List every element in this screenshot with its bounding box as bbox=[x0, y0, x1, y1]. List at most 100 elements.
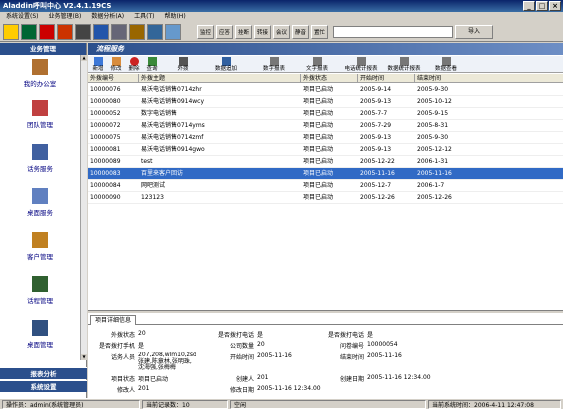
action-label: 文字报表 bbox=[305, 66, 328, 72]
sidebar-footer-settings[interactable]: 系统设置 bbox=[0, 380, 87, 392]
action-label: 删除 bbox=[128, 66, 140, 72]
conference-button[interactable]: 会议 bbox=[273, 25, 290, 39]
table-row[interactable]: 10000080 易沃电话销售0914wcy 项目已启动 2005-9-13 2005-… bbox=[88, 96, 563, 108]
sidebar-items: 我的办公室 团队管理 话务服务 桌面服务 客户管理 话程管理 桌面管理 bbox=[0, 55, 80, 360]
search-button[interactable]: 查询 bbox=[144, 57, 160, 72]
sidebar-header[interactable]: 业务管理 bbox=[0, 43, 86, 55]
busy-button[interactable]: 置忙 bbox=[311, 25, 328, 39]
cell-subject: 易沃电话销售0714yms bbox=[141, 122, 205, 129]
phone-transfer-icon[interactable] bbox=[93, 24, 109, 40]
logout-icon[interactable] bbox=[39, 24, 55, 40]
sidebar-item-telephony[interactable]: 话务服务 bbox=[0, 144, 80, 173]
sidebar-scrollbar[interactable]: ▲ ▼ bbox=[80, 55, 87, 360]
table-row[interactable]: 10000084 网吧测试 项目已启动 2005-12-7 2006-1-7 bbox=[88, 180, 563, 192]
column-header-subject[interactable]: 外拨主题 bbox=[139, 74, 301, 83]
field-value: 是 bbox=[257, 332, 264, 339]
table-row[interactable]: 10000081 易沃电话销售0914gwo 项目已启动 2005-9-13 2005-… bbox=[88, 144, 563, 156]
text-report-button[interactable]: 文字报表 bbox=[301, 57, 333, 72]
dial-input[interactable] bbox=[333, 26, 453, 38]
sidebar-item-office[interactable]: 我的办公室 bbox=[0, 59, 80, 88]
sidebar-item-customer[interactable]: 客户管理 bbox=[0, 232, 80, 261]
message-icon[interactable] bbox=[165, 24, 181, 40]
import-button[interactable]: 导入 bbox=[455, 25, 493, 39]
cell-subject: 数字电话销售 bbox=[141, 110, 178, 117]
cell-status: 项目已启动 bbox=[303, 182, 334, 189]
cell-id: 10000081 bbox=[90, 146, 121, 153]
table-row[interactable]: 10000089 test 项目已启动 2005-12-22 2006-1-31 bbox=[88, 156, 563, 168]
main-panel: 流程服务 新增 修改 删除 查询 外拨 数据追加 数字报表 文字报表 电话统计报… bbox=[88, 43, 563, 398]
maximize-button[interactable]: □ bbox=[536, 1, 548, 11]
report-icon bbox=[269, 57, 279, 66]
sidebar-footer-reports[interactable]: 报表分析 bbox=[0, 367, 87, 379]
table-row[interactable]: 10000090 123123 项目已启动 2005-12-26 2005-12-26 bbox=[88, 192, 563, 204]
scroll-down-icon[interactable]: ▼ bbox=[81, 354, 87, 360]
number-report-button[interactable]: 数字报表 bbox=[258, 57, 290, 72]
field-value: 20 bbox=[138, 330, 146, 337]
column-header-start[interactable]: 开始时间 bbox=[358, 74, 415, 83]
monitor-button[interactable]: 监控 bbox=[197, 25, 214, 39]
transfer-button[interactable]: 转接 bbox=[254, 25, 271, 39]
table-row[interactable]: 10000072 易沃电话销售0714yms 项目已启动 2005-7-29 2005-… bbox=[88, 120, 563, 132]
column-header-id[interactable]: 外拨编号 bbox=[88, 74, 139, 83]
menu-tools[interactable]: 工具(T) bbox=[134, 12, 154, 22]
menu-help[interactable]: 帮助(H) bbox=[164, 12, 185, 22]
minimize-button[interactable]: _ bbox=[523, 1, 535, 11]
field-label: 是否拨打电话 bbox=[327, 332, 364, 339]
add-button[interactable]: 新增 bbox=[90, 57, 106, 72]
cell-start: 2005-9-13 bbox=[360, 146, 392, 153]
cell-status: 项目已启动 bbox=[303, 194, 334, 201]
outbound-icon bbox=[178, 57, 188, 66]
menu-business[interactable]: 业务管理(B) bbox=[49, 12, 82, 22]
table-row[interactable]: 10000075 易沃电话销售0714zmf 项目已启动 2005-9-13 2005-… bbox=[88, 132, 563, 144]
cell-end: 2005-12-12 bbox=[417, 146, 452, 153]
office-icon bbox=[32, 59, 48, 75]
field-label: 修改人 bbox=[116, 387, 135, 394]
cell-start: 2005-12-22 bbox=[360, 158, 395, 165]
record-icon[interactable] bbox=[147, 24, 163, 40]
splitter[interactable] bbox=[88, 310, 563, 313]
field-value: 20 bbox=[257, 341, 265, 348]
sidebar-item-team[interactable]: 团队管理 bbox=[0, 100, 80, 129]
edit-button[interactable]: 修改 bbox=[108, 57, 124, 72]
menu-bar: 系统设置(S) 业务管理(B) 数据分析(A) 工具(T) 帮助(H) bbox=[0, 12, 563, 22]
phone-icon[interactable] bbox=[57, 24, 73, 40]
sidebar: 业务管理 我的办公室 团队管理 话务服务 桌面服务 客户管理 话程管理 桌面管理 bbox=[0, 43, 87, 398]
menu-system[interactable]: 系统设置(S) bbox=[6, 12, 39, 22]
tab-project-detail[interactable]: 项目详细信息 bbox=[90, 315, 137, 325]
close-button[interactable]: × bbox=[549, 1, 561, 11]
hangup-button[interactable]: 挂断 bbox=[235, 25, 252, 39]
mute-button[interactable]: 静音 bbox=[292, 25, 309, 39]
call-stats-report-button[interactable]: 电话统计报表 bbox=[340, 57, 382, 72]
lock-icon[interactable] bbox=[3, 24, 19, 40]
data-stats-report-button[interactable]: 数据统计报表 bbox=[383, 57, 425, 72]
answer-button[interactable]: 应答 bbox=[216, 25, 233, 39]
busy-icon[interactable] bbox=[129, 24, 145, 40]
data-view-button[interactable]: 数据查看 bbox=[430, 57, 462, 72]
delete-button[interactable]: 删除 bbox=[126, 57, 142, 72]
outbound-button[interactable]: 外拨 bbox=[174, 57, 192, 72]
action-label: 数据统计报表 bbox=[387, 66, 421, 72]
table-row[interactable]: 10000083 百里来客户回访 项目已启动 2005-11-16 2005-11-16 bbox=[88, 168, 563, 180]
phone-dial-icon[interactable] bbox=[75, 24, 91, 40]
cell-start: 2005-7-7 bbox=[360, 110, 388, 117]
sidebar-item-process[interactable]: 话程管理 bbox=[0, 276, 80, 305]
menu-analysis[interactable]: 数据分析(A) bbox=[91, 12, 124, 22]
table-row[interactable]: 10000076 易沃电话销售0714zhr 项目已启动 2005-9-14 2005-… bbox=[88, 84, 563, 96]
cell-id: 10000052 bbox=[90, 110, 121, 117]
column-header-status[interactable]: 外拨状态 bbox=[301, 74, 358, 83]
cell-subject: 易沃电话销售0914gwo bbox=[141, 146, 205, 153]
scroll-up-icon[interactable]: ▲ bbox=[81, 55, 87, 61]
column-header-end[interactable]: 结束时间 bbox=[415, 74, 563, 83]
sidebar-item-desktop-manage[interactable]: 桌面管理 bbox=[0, 320, 80, 349]
cell-id: 10000076 bbox=[90, 86, 121, 93]
data-append-button[interactable]: 数据追加 bbox=[210, 57, 242, 72]
outbound-table: 外拨编号 外拨主题 外拨状态 开始时间 结束时间 10000076 易沃电话销售0… bbox=[88, 74, 563, 310]
action-label: 数据追加 bbox=[214, 66, 237, 72]
action-label: 新增 bbox=[92, 66, 104, 72]
cell-subject: 易沃电话销售0714zmf bbox=[141, 134, 204, 141]
cell-start: 2005-9-13 bbox=[360, 98, 392, 105]
login-icon[interactable] bbox=[21, 24, 37, 40]
table-row[interactable]: 10000052 数字电话销售 项目已启动 2005-7-7 2005-9-15 bbox=[88, 108, 563, 120]
ready-icon[interactable] bbox=[111, 24, 127, 40]
sidebar-item-desktop[interactable]: 桌面服务 bbox=[0, 188, 80, 217]
